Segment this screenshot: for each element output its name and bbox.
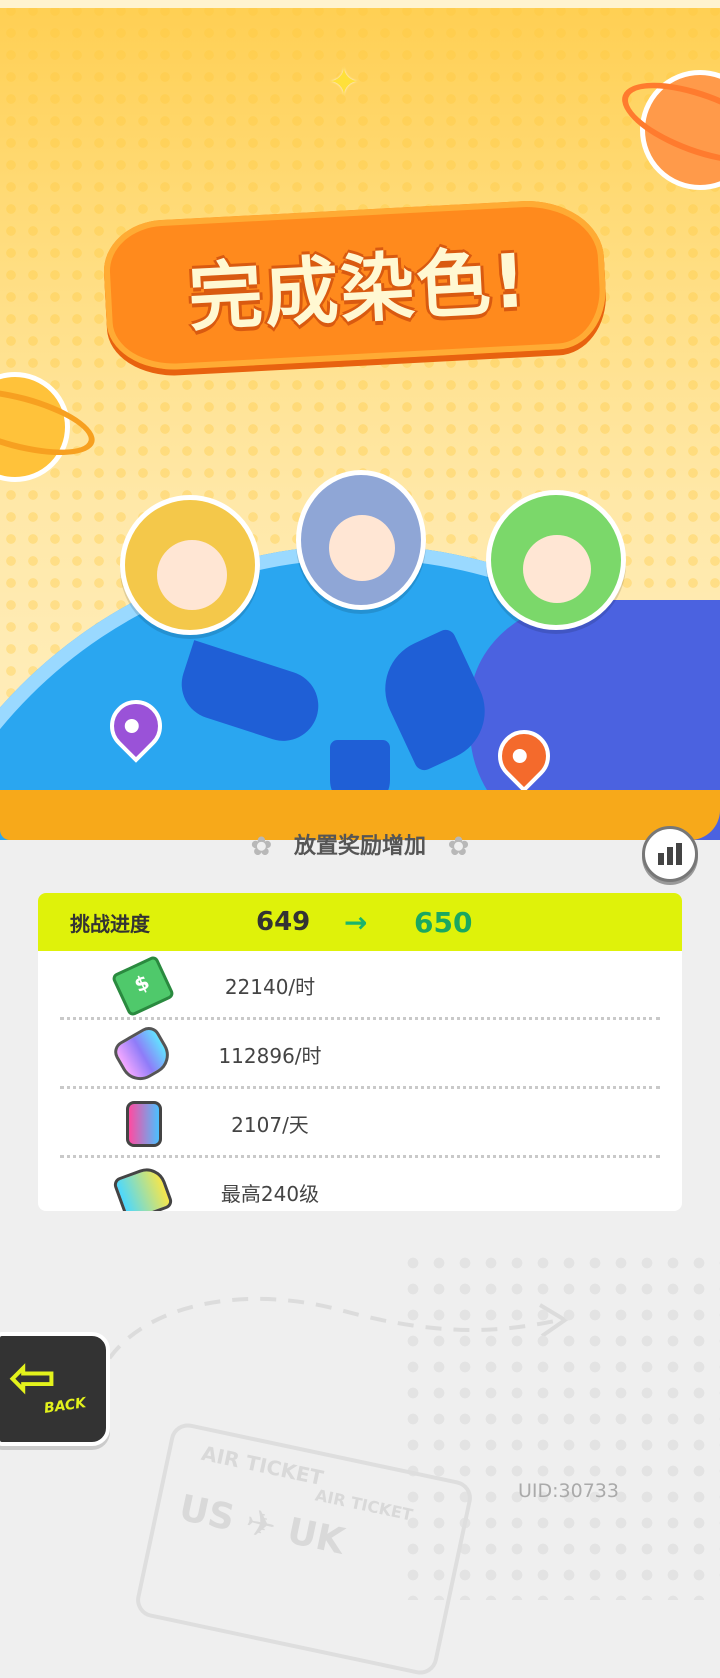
sparkle-icon: ✦ — [328, 60, 360, 104]
spray-can-icon — [126, 1101, 162, 1147]
back-arrow-icon: ⇦ — [8, 1343, 57, 1411]
reward-row: 112896/时 — [60, 1020, 660, 1089]
progress-to: 650 — [414, 905, 473, 939]
reward-row: 2107/天 — [60, 1089, 660, 1158]
progress-label: 挑战进度 — [70, 911, 150, 936]
reward-value: 2107/天 — [231, 1113, 309, 1137]
stats-button[interactable] — [642, 826, 698, 882]
back-button[interactable]: ⇦ BACK — [0, 1332, 110, 1446]
user-id: UID:30733 — [518, 1480, 619, 1502]
bar-chart-icon — [658, 843, 682, 865]
reward-card: 挑战进度 649 → 650 $ 22140/时 112896/时 2107/天… — [38, 893, 682, 1211]
reward-row: 最高240级 — [60, 1158, 660, 1211]
reward-header: ✿ 放置奖励增加 ✿ — [0, 828, 720, 862]
reward-value: 最高240级 — [220, 1182, 320, 1206]
reward-value: 22140/时 — [224, 975, 316, 999]
character-blonde — [120, 495, 260, 635]
reward-row: $ 22140/时 — [60, 951, 660, 1020]
character-blue-hair — [296, 470, 426, 610]
cash-icon: $ — [110, 954, 176, 1018]
flower-icon: ✿ — [250, 832, 273, 862]
top-strip — [0, 0, 720, 8]
character-green-hair — [486, 490, 626, 630]
reward-value: 112896/时 — [218, 1044, 322, 1068]
paint-tube-icon — [109, 1022, 177, 1088]
flower-icon: ✿ — [447, 832, 470, 862]
progress-row: 挑战进度 649 → 650 — [38, 893, 682, 951]
result-scene: ✦ ✦ 完成染色! — [0, 0, 720, 840]
progress-from: 649 — [256, 907, 311, 937]
reward-header-text: 放置奖励增加 — [293, 834, 426, 859]
paint-gun-icon — [111, 1162, 175, 1211]
arrow-right-icon: → — [344, 905, 368, 939]
